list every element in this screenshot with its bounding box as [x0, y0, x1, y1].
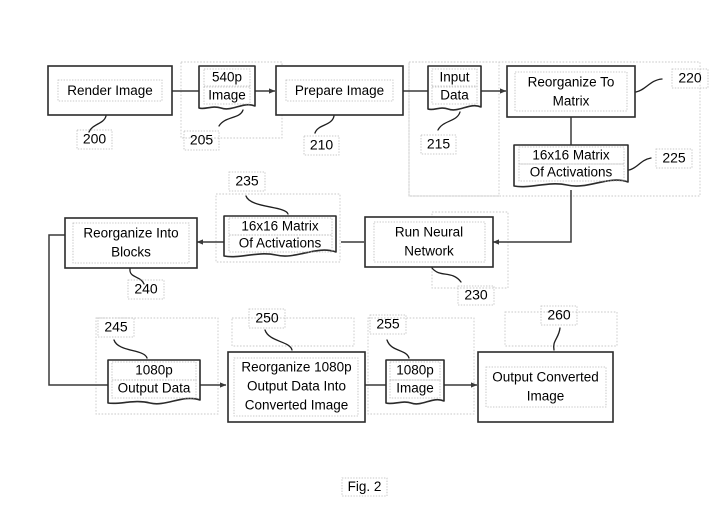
node-label-245-line2: Output Data — [118, 381, 191, 396]
figure-canvas: Render Image 200 540p Image 205 Prepare … — [0, 0, 720, 517]
ref-245: 245 — [97, 317, 148, 359]
node-label-260-line2: Image — [527, 389, 565, 404]
ref-label-260: 260 — [547, 307, 571, 323]
node-render-image[interactable]: Render Image — [47, 65, 173, 116]
figure-caption-text: Fig. 2 — [348, 479, 382, 494]
node-label-215-line1: Input — [439, 70, 469, 85]
node-output-converted-image[interactable]: Output Converted Image — [477, 351, 614, 423]
ref-label-225: 225 — [662, 150, 686, 166]
node-label-220-line2: Matrix — [553, 94, 590, 109]
node-label-250-line3: Converted Image — [245, 398, 349, 413]
ref-255: 255 — [369, 314, 410, 359]
node-prepare-image[interactable]: Prepare Image — [275, 65, 404, 116]
node-matrix-activations-235[interactable]: 16x16 Matrix Of Activations — [223, 215, 337, 258]
node-label-215-line2: Data — [440, 88, 469, 103]
node-label-250-line1: Reorganize 1080p — [241, 360, 351, 375]
node-input-data[interactable]: Input Data — [427, 65, 482, 111]
node-label-205-line1: 540p — [212, 70, 242, 85]
ref-label-220: 220 — [678, 70, 702, 86]
node-label-240-line2: Blocks — [111, 245, 151, 260]
ref-label-245: 245 — [104, 319, 128, 335]
ref-label-215: 215 — [427, 136, 451, 152]
ref-215: 215 — [420, 111, 461, 155]
node-label-245-line1: 1080p — [135, 363, 173, 378]
ref-label-250: 250 — [255, 310, 279, 326]
node-label-260-line1: Output Converted — [492, 370, 599, 385]
node-label-225-line2: Of Activations — [530, 165, 613, 180]
node-label-255-line1: 1080p — [396, 363, 434, 378]
ref-label-255: 255 — [376, 316, 400, 332]
ref-200: 200 — [76, 115, 113, 150]
node-label-255-line2: Image — [396, 381, 434, 396]
node-run-neural-network[interactable]: Run Neural Network — [364, 216, 494, 268]
node-label-230-line1: Run Neural — [395, 225, 463, 240]
node-matrix-activations-225[interactable]: 16x16 Matrix Of Activations — [513, 144, 629, 188]
node-reorganize-into-blocks[interactable]: Reorganize Into Blocks — [64, 217, 198, 269]
ref-250: 250 — [248, 308, 293, 351]
node-1080p-image[interactable]: 1080p Image — [385, 359, 445, 405]
ref-label-210: 210 — [310, 137, 334, 153]
ref-235: 235 — [228, 171, 289, 215]
edge-matrix225-to-runnn — [492, 190, 572, 245]
ref-210: 210 — [303, 115, 340, 156]
node-label-235-line2: Of Activations — [239, 236, 322, 251]
ref-label-205: 205 — [190, 132, 214, 148]
node-label-200: Render Image — [67, 83, 153, 98]
node-label-230-line2: Network — [404, 244, 454, 259]
figure-caption: Fig. 2 — [341, 477, 388, 497]
node-1080p-output-data[interactable]: 1080p Output Data — [107, 359, 201, 405]
node-label-220-line1: Reorganize To — [528, 75, 615, 90]
node-label-235-line1: 16x16 Matrix — [241, 219, 319, 234]
node-label-240-line1: Reorganize Into — [83, 226, 178, 241]
ref-label-240: 240 — [134, 281, 158, 297]
ref-220: 220 — [635, 68, 709, 93]
ref-205: 205 — [183, 109, 244, 151]
ref-260: 260 — [540, 305, 578, 351]
node-label-225-line1: 16x16 Matrix — [532, 148, 610, 163]
ref-230: 230 — [431, 267, 495, 306]
ref-label-235: 235 — [235, 173, 259, 189]
flowchart-diagram: Render Image 200 540p Image 205 Prepare … — [47, 61, 709, 497]
ref-240: 240 — [127, 268, 165, 300]
node-reorganize-to-matrix[interactable]: Reorganize To Matrix — [506, 65, 636, 118]
node-540p-image[interactable]: 540p Image — [198, 65, 256, 110]
ref-label-200: 200 — [83, 131, 107, 147]
ref-225: 225 — [628, 148, 693, 171]
node-label-210: Prepare Image — [295, 83, 384, 98]
node-label-250-line2: Output Data Into — [247, 379, 346, 394]
node-reorganize-1080p[interactable]: Reorganize 1080p Output Data Into Conver… — [227, 351, 366, 423]
ref-label-230: 230 — [464, 287, 488, 303]
node-label-205-line2: Image — [208, 88, 246, 103]
